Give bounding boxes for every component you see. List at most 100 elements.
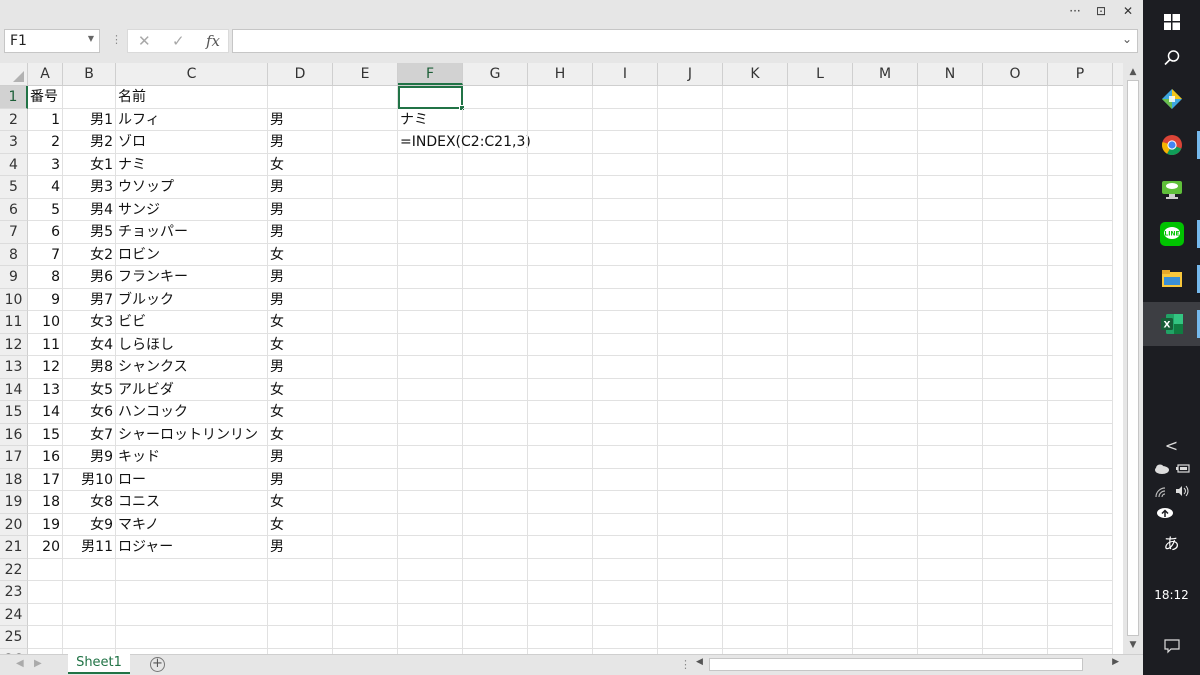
cell-p16[interactable] <box>1048 423 1113 446</box>
cell-p5[interactable] <box>1048 176 1113 199</box>
cell-d16[interactable]: 女 <box>268 423 333 446</box>
formula-input[interactable]: ⌄ <box>232 29 1138 53</box>
cell-e5[interactable] <box>333 176 398 199</box>
cell-h12[interactable] <box>528 333 593 356</box>
worksheet-grid[interactable]: ABCDEFGHIJKLMNOP 1 番号 名前 2 1 男1 ルフィ男ナミ 3 2 男2 ゾロ男 =… <box>0 63 1123 654</box>
cell-i24[interactable] <box>593 603 658 626</box>
enter-check-icon[interactable]: ✓ <box>172 32 185 50</box>
cell-i17[interactable] <box>593 446 658 469</box>
cell-p12[interactable] <box>1048 333 1113 356</box>
row-header[interactable]: 14 <box>0 378 28 401</box>
cell-j4[interactable] <box>658 153 723 176</box>
cell-a12[interactable]: 11 <box>28 333 63 356</box>
cell-j9[interactable] <box>658 266 723 289</box>
row-header[interactable]: 8 <box>0 243 28 266</box>
cell-d12[interactable]: 女 <box>268 333 333 356</box>
cell-h11[interactable] <box>528 311 593 334</box>
cell-k19[interactable] <box>723 491 788 514</box>
cell-c13[interactable]: シャンクス <box>116 356 268 379</box>
cell-l6[interactable] <box>788 198 853 221</box>
cell-k25[interactable] <box>723 626 788 649</box>
cell-m15[interactable] <box>853 401 918 424</box>
cell-h13[interactable] <box>528 356 593 379</box>
cell-d25[interactable] <box>268 626 333 649</box>
column-header-l[interactable]: L <box>788 63 853 85</box>
cell-i8[interactable] <box>593 243 658 266</box>
cell-m6[interactable] <box>853 198 918 221</box>
cell-c7[interactable]: チョッパー <box>116 221 268 244</box>
cell-p3[interactable] <box>1048 131 1113 154</box>
cell-n24[interactable] <box>918 603 983 626</box>
cell-o5[interactable] <box>983 176 1048 199</box>
cell-k13[interactable] <box>723 356 788 379</box>
cell-a11[interactable]: 10 <box>28 311 63 334</box>
cell-n10[interactable] <box>918 288 983 311</box>
cell-j11[interactable] <box>658 311 723 334</box>
cell-m13[interactable] <box>853 356 918 379</box>
horizontal-scrollbar[interactable]: ◀ ▶ <box>693 657 1124 673</box>
cell-l16[interactable] <box>788 423 853 446</box>
cell-c16[interactable]: シャーロットリンリン <box>116 423 268 446</box>
cell-n21[interactable] <box>918 536 983 559</box>
ime-indicator[interactable]: あ <box>1143 530 1200 554</box>
cell-m25[interactable] <box>853 626 918 649</box>
cell-i2[interactable] <box>593 108 658 131</box>
cell-f12[interactable] <box>398 333 463 356</box>
cell-j17[interactable] <box>658 446 723 469</box>
cell-h24[interactable] <box>528 603 593 626</box>
cell-p23[interactable] <box>1048 581 1113 604</box>
cell-o12[interactable] <box>983 333 1048 356</box>
cell-g8[interactable] <box>463 243 528 266</box>
insert-function-icon[interactable]: fx <box>206 32 220 50</box>
cell-b23[interactable] <box>63 581 116 604</box>
cell-i21[interactable] <box>593 536 658 559</box>
cell-m14[interactable] <box>853 378 918 401</box>
cell-b6[interactable]: 男4 <box>63 198 116 221</box>
cell-b25[interactable] <box>63 626 116 649</box>
cell-h3[interactable] <box>528 131 593 154</box>
cell-d10[interactable]: 男 <box>268 288 333 311</box>
cell-e19[interactable] <box>333 491 398 514</box>
cell-a24[interactable] <box>28 603 63 626</box>
cell-g15[interactable] <box>463 401 528 424</box>
cell-j20[interactable] <box>658 513 723 536</box>
cell-e24[interactable] <box>333 603 398 626</box>
cell-c24[interactable] <box>116 603 268 626</box>
cell-e12[interactable] <box>333 333 398 356</box>
cell-g24[interactable] <box>463 603 528 626</box>
cell-d21[interactable]: 男 <box>268 536 333 559</box>
column-header-b[interactable]: B <box>63 63 116 85</box>
cell-c17[interactable]: キッド <box>116 446 268 469</box>
cell-i5[interactable] <box>593 176 658 199</box>
cell-h21[interactable] <box>528 536 593 559</box>
cell-p10[interactable] <box>1048 288 1113 311</box>
cell-f3[interactable]: =INDEX(C2:C21,3) <box>398 131 531 154</box>
cell-a21[interactable]: 20 <box>28 536 63 559</box>
cell-c4[interactable]: ナミ <box>116 153 268 176</box>
cell-d2[interactable]: 男 <box>268 108 333 131</box>
cell-p17[interactable] <box>1048 446 1113 469</box>
cell-g1[interactable] <box>463 86 528 109</box>
cell-e25[interactable] <box>333 626 398 649</box>
cell-p25[interactable] <box>1048 626 1113 649</box>
cell-g20[interactable] <box>463 513 528 536</box>
cell-k11[interactable] <box>723 311 788 334</box>
cell-b20[interactable]: 女9 <box>63 513 116 536</box>
cell-m11[interactable] <box>853 311 918 334</box>
cell-l24[interactable] <box>788 603 853 626</box>
row-header[interactable]: 13 <box>0 356 28 379</box>
cell-m9[interactable] <box>853 266 918 289</box>
cell-g9[interactable] <box>463 266 528 289</box>
cell-l22[interactable] <box>788 558 853 581</box>
cell-a19[interactable]: 18 <box>28 491 63 514</box>
cell-a2[interactable]: 1 <box>28 108 63 131</box>
cell-g25[interactable] <box>463 626 528 649</box>
row-header[interactable]: 12 <box>0 333 28 356</box>
cell-m10[interactable] <box>853 288 918 311</box>
taskbar-file-explorer[interactable] <box>1143 257 1200 301</box>
cell-m18[interactable] <box>853 468 918 491</box>
cell-k17[interactable] <box>723 446 788 469</box>
cell-d24[interactable] <box>268 603 333 626</box>
cell-g22[interactable] <box>463 558 528 581</box>
cell-n19[interactable] <box>918 491 983 514</box>
